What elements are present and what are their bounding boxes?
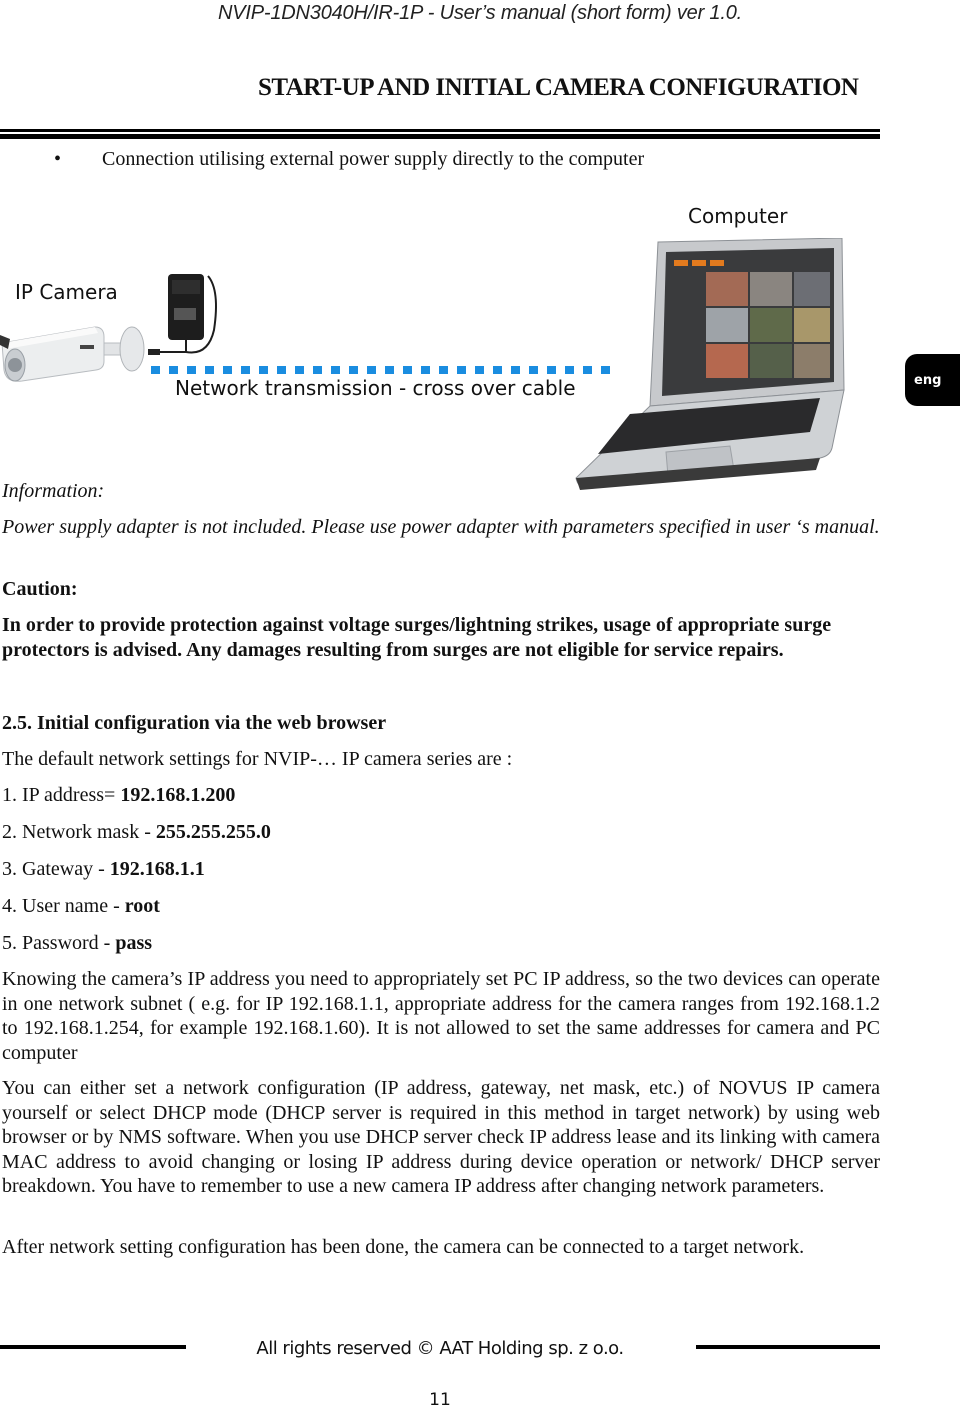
setting-value: root [124,895,160,917]
ip-camera-label: IP Camera [15,280,118,304]
footer-copyright: All rights reserved © AAT Holding sp. z … [256,1338,624,1359]
setting-label: 3. Gateway - [2,858,110,880]
network-transmission-label: Network transmission - cross over cable [175,376,576,400]
setting-value: pass [115,932,153,954]
caution-heading: Caution: [2,578,78,600]
information-text: Power supply adapter is not included. Pl… [2,516,880,538]
setting-label: 1. IP address= [2,784,121,806]
information-heading: Information: [2,480,105,502]
paragraph-subnet: Knowing the camera’s IP address you need… [2,968,880,1064]
caution-text: In order to provide protection against v… [2,614,832,661]
network-cable-line [151,366,651,374]
section-title: START-UP AND INITIAL CAMERA CONFIGURATIO… [258,74,859,101]
header-rule-thick [0,134,880,139]
page-number: 11 [429,1390,451,1410]
setting-ip-address: 1. IP address= 192.168.1.200 [2,784,235,807]
computer-icon [575,238,845,490]
section-intro: The default network settings for NVIP-… … [2,748,513,770]
language-tab-eng[interactable]: eng [905,354,960,406]
computer-label: Computer [688,204,788,228]
setting-network-mask: 2. Network mask - 255.255.255.0 [2,821,271,844]
bullet-icon: • [54,148,62,170]
bullet-text: Connection utilising external power supp… [102,148,645,170]
setting-gateway: 3. Gateway - 192.168.1.1 [2,858,205,881]
running-header: NVIP-1DN3040H/IR-1P - User’s manual (sho… [218,2,742,24]
setting-value: 192.168.1.200 [120,784,236,806]
setting-value: 255.255.255.0 [155,821,271,843]
setting-value: 192.168.1.1 [109,858,205,880]
setting-password: 5. Password - pass [2,932,152,955]
ip-camera-icon [0,326,145,382]
section-heading: 2.5. Initial configuration via the web b… [2,712,387,734]
setting-label: 4. User name - [2,895,125,917]
setting-label: 2. Network mask - [2,821,156,843]
paragraph-dhcp: You can either set a network configurati… [2,1077,880,1197]
setting-label: 5. Password - [2,932,116,954]
setting-user-name: 4. User name - root [2,895,160,918]
header-rule-thin [0,129,880,132]
paragraph-after-config: After network setting configuration has … [2,1236,805,1258]
language-tab-label: eng [914,372,942,388]
power-adapter-icon [148,274,217,355]
connection-diagram: Computer IP Camera Network transmission … [0,190,880,490]
